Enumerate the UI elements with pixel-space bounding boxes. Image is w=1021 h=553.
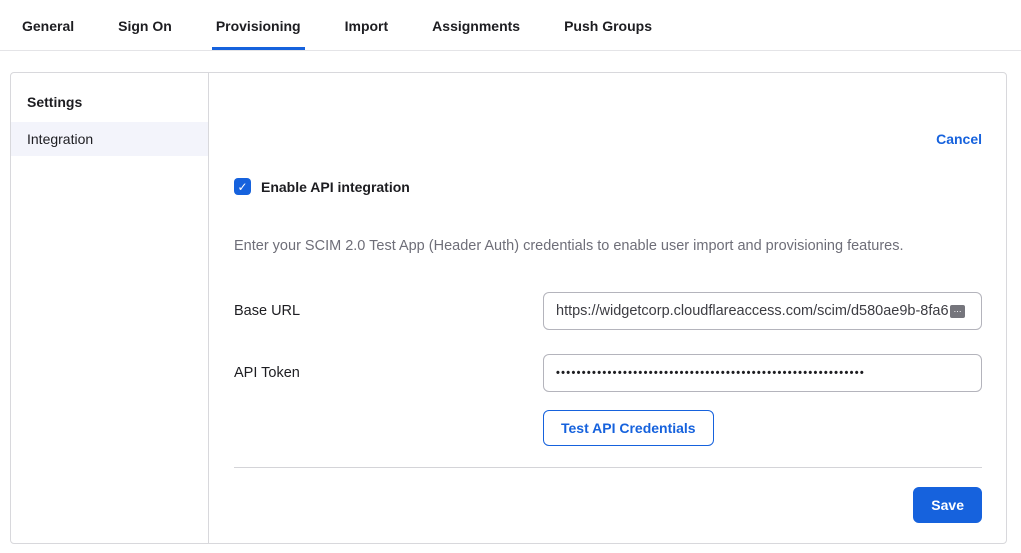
text-overflow-icon: ⋯: [950, 305, 965, 318]
api-token-label: API Token: [234, 354, 543, 381]
base-url-label: Base URL: [234, 292, 543, 319]
test-button-row: Test API Credentials: [543, 410, 982, 446]
integration-settings-content: Cancel ✓ Enable API integration Enter yo…: [209, 73, 1006, 543]
cancel-row: Cancel: [234, 131, 982, 147]
base-url-row: Base URL https://widgetcorp.cloudflareac…: [234, 292, 982, 330]
api-token-masked-value: ••••••••••••••••••••••••••••••••••••••••…: [556, 367, 865, 379]
save-row: Save: [234, 487, 982, 523]
sidebar-header-settings: Settings: [11, 85, 208, 122]
tab-assignments[interactable]: Assignments: [428, 2, 524, 50]
base-url-input[interactable]: https://widgetcorp.cloudflareaccess.com/…: [543, 292, 982, 330]
api-token-row: API Token ••••••••••••••••••••••••••••••…: [234, 354, 982, 392]
tab-provisioning[interactable]: Provisioning: [212, 2, 305, 50]
enable-api-integration-label: Enable API integration: [261, 179, 410, 195]
tab-push-groups[interactable]: Push Groups: [560, 2, 656, 50]
enable-api-integration-checkbox[interactable]: ✓: [234, 178, 251, 195]
save-button[interactable]: Save: [913, 487, 982, 523]
enable-api-integration-row: ✓ Enable API integration: [234, 178, 982, 195]
credentials-description: Enter your SCIM 2.0 Test App (Header Aut…: [234, 238, 982, 254]
checkmark-icon: ✓: [237, 180, 247, 194]
api-token-input[interactable]: ••••••••••••••••••••••••••••••••••••••••…: [543, 354, 982, 392]
base-url-value: https://widgetcorp.cloudflareaccess.com/…: [556, 303, 949, 319]
app-tab-bar: General Sign On Provisioning Import Assi…: [0, 0, 1021, 51]
footer-divider: [234, 467, 982, 468]
tab-import[interactable]: Import: [341, 2, 393, 50]
tab-general[interactable]: General: [18, 2, 78, 50]
tab-sign-on[interactable]: Sign On: [114, 2, 176, 50]
provisioning-panel: Settings Integration Cancel ✓ Enable API…: [10, 72, 1007, 544]
cancel-link[interactable]: Cancel: [936, 131, 982, 147]
test-api-credentials-button[interactable]: Test API Credentials: [543, 410, 714, 446]
sidebar-item-integration[interactable]: Integration: [11, 122, 208, 156]
settings-sidebar: Settings Integration: [11, 73, 209, 543]
